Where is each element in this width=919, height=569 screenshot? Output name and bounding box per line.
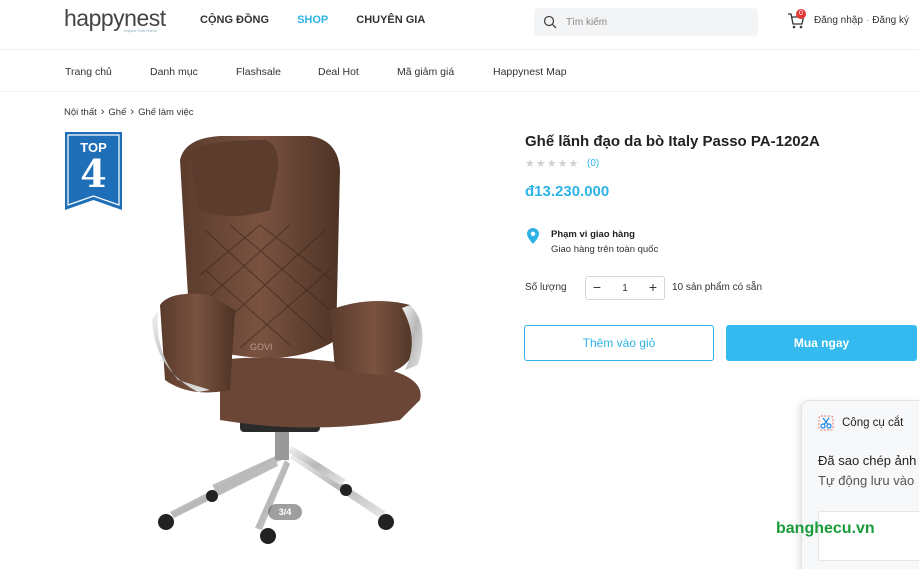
subnav-coupons[interactable]: Mã giảm giá <box>397 66 454 78</box>
site-header: happynest Inspire Your Home CỘNG ĐỒNG SH… <box>0 0 919 50</box>
cart-count-badge: 0 <box>796 9 806 19</box>
scissors-icon <box>818 415 834 431</box>
happynest-logo[interactable]: happynest Inspire Your Home <box>64 6 172 34</box>
increase-quantity-button[interactable]: + <box>642 277 664 299</box>
star-icon: ★ <box>546 158 558 170</box>
logo-tagline: Inspire Your Home <box>124 28 157 33</box>
search-box[interactable] <box>534 8 758 36</box>
review-count[interactable]: (0) <box>587 158 599 169</box>
breadcrumb: Nội thất › Ghế › Ghế làm việc <box>64 106 194 118</box>
site-watermark: banghecu.vn <box>776 520 875 537</box>
search-icon <box>543 15 557 29</box>
badge-rank-number: 4 <box>80 151 107 196</box>
gallery-pager: 3/4 <box>268 504 302 520</box>
decrease-quantity-button[interactable]: − <box>586 277 608 299</box>
star-icon: ★ <box>535 158 547 170</box>
chevron-right-icon: › <box>100 106 105 118</box>
location-pin-icon <box>527 228 539 244</box>
stock-availability: 10 sản phẩm có sẵn <box>672 282 763 293</box>
breadcrumb-furniture[interactable]: Nội thất <box>64 107 97 118</box>
shipping-description: Giao hàng trên toàn quốc <box>551 244 659 255</box>
breadcrumb-office-chairs[interactable]: Ghế làm việc <box>138 107 193 118</box>
office-chair-illustration: GOVI <box>152 136 423 544</box>
add-to-cart-button[interactable]: Thêm vào giỏ <box>524 325 714 361</box>
buy-now-button[interactable]: Mua ngay <box>726 325 917 361</box>
product-image[interactable]: GOVI <box>150 130 440 550</box>
star-icon: ★ <box>525 158 536 170</box>
top-rank-badge: TOP 4 <box>65 132 122 212</box>
auth-links: Đăng nhập · Đăng ký <box>814 15 909 26</box>
shipping-title: Phạm vi giao hàng <box>551 229 635 240</box>
subnav-categories[interactable]: Danh mục <box>150 66 198 78</box>
notification-app-name: Công cụ cắt <box>842 417 904 429</box>
notification-message: Đã sao chép ảnh <box>818 453 917 468</box>
cart-button[interactable]: 0 <box>787 9 807 32</box>
subnav-happynest-map[interactable]: Happynest Map <box>493 66 567 78</box>
login-link[interactable]: Đăng nhập <box>814 15 863 26</box>
quantity-label: Số lượng <box>525 282 567 293</box>
breadcrumb-chairs[interactable]: Ghế <box>108 107 126 118</box>
search-input[interactable] <box>566 14 746 30</box>
register-link[interactable]: Đăng ký <box>872 15 909 26</box>
notification-submessage: Tự động lưu vào <box>818 473 915 488</box>
star-icon: ★ <box>557 158 569 170</box>
quantity-stepper: − + <box>585 276 665 300</box>
star-icon: ★ <box>568 158 580 170</box>
main-nav: CỘNG ĐỒNG SHOP CHUYÊN GIA <box>200 14 453 26</box>
product-price: đ13.230.000 <box>525 183 610 200</box>
quantity-input[interactable] <box>608 279 642 297</box>
subnav-home[interactable]: Trang chủ <box>65 66 112 78</box>
star-rating: ★★★★★ <box>525 157 579 170</box>
chevron-right-icon: › <box>130 106 135 118</box>
shop-subnav: Trang chủ Danh mục Flashsale Deal Hot Mã… <box>0 50 919 92</box>
nav-experts[interactable]: CHUYÊN GIA <box>356 14 425 26</box>
image-watermark-text: GOVI <box>250 342 273 352</box>
nav-shop[interactable]: SHOP <box>297 14 328 26</box>
product-title: Ghế lãnh đạo da bò Italy Passo PA-1202A <box>525 133 820 150</box>
subnav-deal-hot[interactable]: Deal Hot <box>318 66 359 78</box>
nav-community[interactable]: CỘNG ĐỒNG <box>200 14 269 26</box>
subnav-flashsale[interactable]: Flashsale <box>236 66 281 78</box>
auth-separator: · <box>865 15 870 26</box>
logo-text: happynest <box>64 5 166 31</box>
snipping-tool-notification[interactable]: Công cụ cắt Đã sao chép ảnh Tự động lưu … <box>801 400 919 569</box>
